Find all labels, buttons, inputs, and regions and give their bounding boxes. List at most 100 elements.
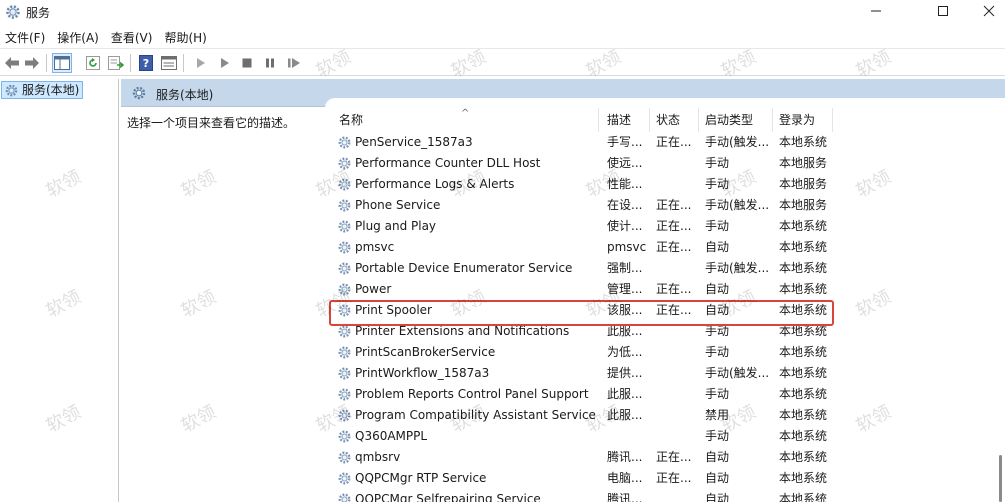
pane-header: 服务(本地): [121, 79, 1005, 110]
service-description: 强制...: [607, 261, 643, 275]
service-status: 正在...: [656, 282, 692, 296]
play-icon: [221, 58, 229, 68]
description-prompt: 选择一个项目来查看它的描述。: [127, 116, 296, 130]
service-row[interactable]: PrintScanBrokerService 为低... 手动 本地系统: [333, 342, 1005, 363]
service-name: Performance Counter DLL Host: [355, 156, 541, 170]
column-header-name[interactable]: ^ 名称: [333, 108, 599, 132]
minimize-button[interactable]: [853, 0, 899, 22]
maximize-button[interactable]: [920, 0, 966, 22]
console-tree-pane: 服务(本地): [0, 79, 119, 502]
toolbar-separator: [46, 54, 47, 72]
service-row[interactable]: QQPCMgr Selfrepairing Service 腾讯... 自动 本地系统: [333, 489, 1005, 502]
service-row[interactable]: pmsvc pmsvc 正在... 自动 本地系统: [333, 237, 1005, 258]
service-startup-type: 自动: [705, 303, 730, 317]
help-icon: ?: [139, 55, 153, 71]
service-logon-as: 本地系统: [779, 324, 828, 338]
service-row[interactable]: Phone Service 在设... 正在... 手动(触发... 本地服务: [333, 195, 1005, 216]
column-header-logon-as[interactable]: 登录为: [773, 108, 833, 132]
service-name: PrintWorkflow_1587a3: [355, 366, 490, 380]
service-name: PenService_1587a3: [355, 135, 473, 149]
forward-button[interactable]: [22, 53, 42, 73]
service-row[interactable]: Q360AMPPL 手动 本地系统: [333, 426, 1005, 447]
service-description: pmsvc: [607, 240, 647, 254]
service-logon-as: 本地系统: [779, 429, 828, 443]
menu-action[interactable]: 操作(A): [52, 29, 106, 46]
service-startup-type: 手动: [705, 345, 730, 359]
menu-help[interactable]: 帮助(H): [159, 29, 213, 46]
properties-button[interactable]: [159, 53, 179, 73]
service-startup-type: 手动(触发...: [705, 261, 770, 275]
pause-service-button[interactable]: [260, 53, 280, 73]
back-arrow-icon: [5, 57, 19, 69]
service-row[interactable]: QQPCMgr RTP Service 电脑... 正在... 自动 本地系统: [333, 468, 1005, 489]
close-button[interactable]: [966, 0, 1005, 22]
service-status: [656, 342, 700, 363]
service-row[interactable]: Print Spooler 该服... 正在... 自动 本地系统: [333, 300, 1005, 321]
refresh-button[interactable]: [83, 53, 103, 73]
service-logon-as: 本地系统: [779, 366, 828, 380]
start-service-alt-button[interactable]: [214, 53, 234, 73]
service-name: Performance Logs & Alerts: [355, 177, 515, 191]
service-row[interactable]: PenService_1587a3 手写... 正在... 手动(触发... 本地系统: [333, 132, 1005, 153]
service-row[interactable]: Power 管理... 正在... 自动 本地系统: [333, 279, 1005, 300]
service-startup-type: 手动: [705, 177, 730, 191]
service-logon-as: 本地服务: [779, 198, 828, 212]
menu-view[interactable]: 查看(V): [106, 29, 160, 46]
close-icon: [983, 5, 995, 17]
refresh-icon: [86, 56, 100, 70]
service-row[interactable]: Printer Extensions and Notifications 此服..…: [333, 321, 1005, 342]
service-row[interactable]: Portable Device Enumerator Service 强制... 手…: [333, 258, 1005, 279]
service-name: Portable Device Enumerator Service: [355, 261, 573, 275]
service-startup-type: 自动: [705, 240, 730, 254]
service-startup-type: 手动: [705, 387, 730, 401]
service-row[interactable]: Performance Logs & Alerts 性能... 手动 本地服务: [333, 174, 1005, 195]
service-name: Power: [355, 282, 392, 296]
service-name: pmsvc: [355, 240, 395, 254]
console-tree-icon: [54, 56, 70, 70]
service-startup-type: 手动(触发...: [705, 366, 770, 380]
service-row[interactable]: Program Compatibility Assistant Service 此…: [333, 405, 1005, 426]
service-status: [656, 384, 700, 405]
sort-ascending-icon: ^: [461, 108, 470, 119]
service-row[interactable]: Problem Reports Control Panel Support 此服.…: [333, 384, 1005, 405]
restart-service-button[interactable]: [284, 53, 304, 73]
service-status: 正在...: [656, 135, 692, 149]
column-header-status[interactable]: 状态: [650, 108, 699, 132]
service-startup-type: 自动: [705, 450, 730, 464]
service-startup-type: 自动: [705, 471, 730, 485]
back-button[interactable]: [2, 53, 22, 73]
service-name: Plug and Play: [355, 219, 437, 233]
vertical-scrollbar[interactable]: [999, 455, 1002, 502]
service-description: 为低...: [607, 345, 643, 359]
service-startup-type: 手动: [705, 429, 730, 443]
start-service-button[interactable]: [190, 53, 210, 73]
show-console-tree-button[interactable]: [52, 53, 72, 73]
help-button[interactable]: ?: [136, 53, 156, 73]
service-status: 正在...: [656, 219, 692, 233]
service-row[interactable]: Plug and Play 使计... 正在... 手动 本地系统: [333, 216, 1005, 237]
service-row[interactable]: Performance Counter DLL Host 使远... 手动 本地服务: [333, 153, 1005, 174]
column-header-startup-type[interactable]: 启动类型: [699, 108, 773, 132]
forward-arrow-icon: [25, 57, 39, 69]
service-logon-as: 本地系统: [779, 471, 828, 485]
window-title: 服务: [26, 6, 51, 20]
service-status: 正在...: [656, 450, 692, 464]
service-status: [656, 321, 700, 342]
service-logon-as: 本地系统: [779, 387, 828, 401]
service-row[interactable]: PrintWorkflow_1587a3 提供... 手动(触发... 本地系统: [333, 363, 1005, 384]
service-logon-as: 本地系统: [779, 408, 828, 422]
service-logon-as: 本地系统: [779, 450, 828, 464]
service-logon-as: 本地系统: [779, 135, 828, 149]
service-startup-type: 自动: [705, 492, 730, 502]
tree-node-services-local[interactable]: 服务(本地): [1, 81, 84, 99]
service-description: [607, 426, 653, 447]
column-header-description[interactable]: 描述: [601, 108, 650, 132]
service-description: 使远...: [607, 156, 643, 170]
stop-service-button[interactable]: [237, 53, 257, 73]
export-list-button[interactable]: [106, 53, 126, 73]
service-row[interactable]: qmbsrv 腾讯... 正在... 自动 本地系统: [333, 447, 1005, 468]
service-name: PrintScanBrokerService: [355, 345, 496, 359]
menu-file[interactable]: 文件(F): [0, 29, 52, 46]
service-description: 在设...: [607, 198, 643, 212]
service-startup-type: 手动: [705, 156, 730, 170]
